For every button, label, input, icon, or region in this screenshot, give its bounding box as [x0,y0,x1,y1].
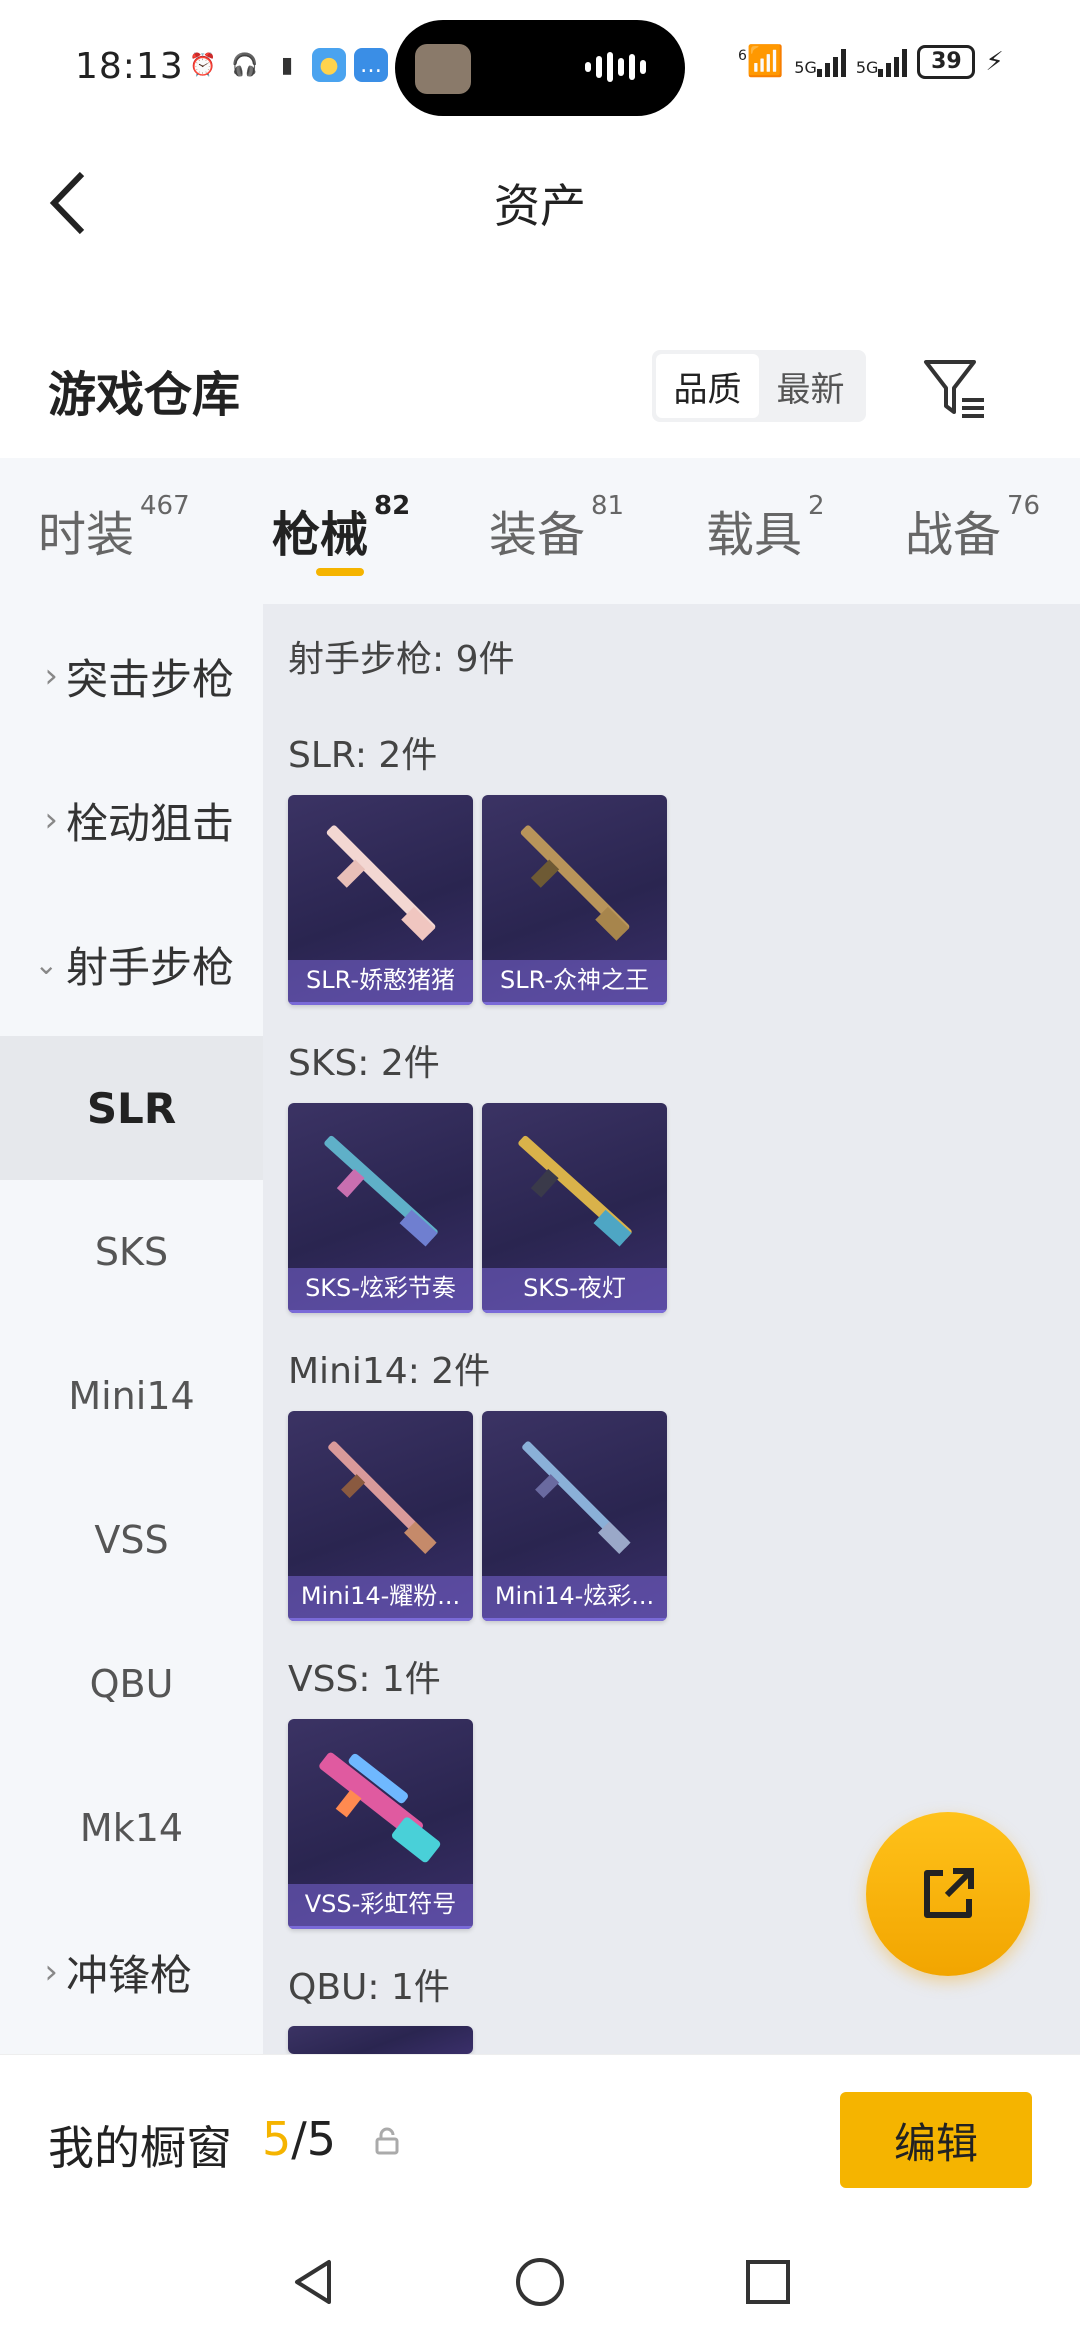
showcase-count: 5/5 [262,2112,337,2166]
rifle-skin-icon [319,1752,441,1863]
warehouse-title: 游戏仓库 [48,367,241,423]
rifle-skin-icon [326,825,436,941]
weather-app-icon: ● [312,48,346,82]
active-tab-indicator [316,568,364,576]
section-title-vss: VSS: 1件 [288,1659,441,1700]
alarm-icon: ⏰ [189,52,217,78]
nav-back-button[interactable] [285,2252,345,2312]
rifle-skin-icon [328,1441,437,1554]
status-right: 6📶 5G 5G 39 ⚡ [738,44,1004,79]
back-triangle-icon [295,2260,331,2304]
sidebar-group-bolt-snipers[interactable]: › 栓动狙击 [0,748,263,892]
status-notification-icons: ⏰ 🎧 ▮ ● … [186,48,388,82]
charging-icon: ⚡ [985,46,1004,77]
sort-option-quality[interactable]: 品质 [656,354,759,418]
section-title-mini14: Mini14: 2件 [288,1351,491,1392]
sidebar-item-vss[interactable]: VSS [0,1468,263,1612]
rifle-skin-icon [522,1441,631,1554]
battery-small-icon: ▮ [280,52,294,78]
sidebar-item-sks[interactable]: SKS [0,1180,263,1324]
recents-square-icon [746,2260,790,2304]
chevron-right-icon: › [44,656,58,696]
section-title-qbu: QBU: 1件 [288,1967,450,2008]
sidebar-item-mini14[interactable]: Mini14 [0,1324,263,1468]
headphones-icon: 🎧 [231,52,259,78]
item-card[interactable] [288,2026,473,2054]
rifle-skin-icon [520,825,630,941]
chevron-down-icon: ⌄ [34,947,58,981]
signal-1-icon: 5G [794,47,846,77]
item-card[interactable]: SLR-众神之王 [482,795,667,1005]
item-card[interactable]: SKS-夜灯 [482,1103,667,1313]
rifle-skin-icon [324,1135,438,1247]
audio-wave-icon [585,52,655,82]
category-summary: 射手步枪: 9件 [288,639,515,680]
sidebar-group-dmr[interactable]: ⌄ 射手步枪 [0,892,263,1036]
item-card[interactable]: SKS-炫彩节奏 [288,1103,473,1313]
filter-icon [924,360,984,418]
signal-2-icon: 5G [856,47,908,77]
section-title-slr: SLR: 2件 [288,735,438,776]
tab-equipment[interactable]: 装备81 [489,491,624,565]
showcase-label: 我的橱窗 [48,2121,232,2175]
sidebar-group-assault-rifles[interactable]: › 突击步枪 [0,604,263,748]
item-card[interactable]: SLR-娇憨猪猪 [288,795,473,1005]
wifi-icon: 6📶 [738,44,785,79]
sort-toggle: 品质 最新 [652,350,866,422]
media-thumbnail-icon [415,44,471,94]
sidebar-item-qbu[interactable]: QBU [0,1612,263,1756]
message-app-icon: … [354,48,388,82]
item-card[interactable]: Mini14-炫彩... [482,1411,667,1621]
nav-recents-button[interactable] [738,2252,798,2312]
sort-option-newest[interactable]: 最新 [759,354,862,418]
status-time: 18:13 [75,46,184,87]
chevron-right-icon: › [44,1952,58,1992]
sidebar-item-slr[interactable]: SLR [0,1036,263,1180]
tab-fashion[interactable]: 时装467 [38,491,190,565]
chevron-right-icon: › [44,800,58,840]
lock-icon [372,2126,402,2156]
tab-battle-gear[interactable]: 战备76 [905,491,1040,565]
page-title: 资产 [494,179,586,233]
rifle-skin-icon [518,1135,632,1247]
home-circle-icon [516,2258,564,2306]
edit-button[interactable]: 编辑 [840,2092,1032,2188]
section-title-sks: SKS: 2件 [288,1043,440,1084]
share-button[interactable] [866,1812,1030,1976]
item-card[interactable]: Mini14-耀粉... [288,1411,473,1621]
sidebar-group-smg[interactable]: › 冲锋枪 [0,1900,263,2044]
tab-vehicles[interactable]: 载具2 [706,491,825,565]
nav-home-button[interactable] [510,2252,570,2312]
item-card[interactable]: VSS-彩虹符号 [288,1719,473,1929]
sidebar-item-mk14[interactable]: Mk14 [0,1756,263,1900]
share-icon [924,1868,974,1918]
tab-guns[interactable]: 枪械82 [272,491,410,565]
battery-icon: 39 [917,44,976,79]
filter-button[interactable] [918,350,990,422]
